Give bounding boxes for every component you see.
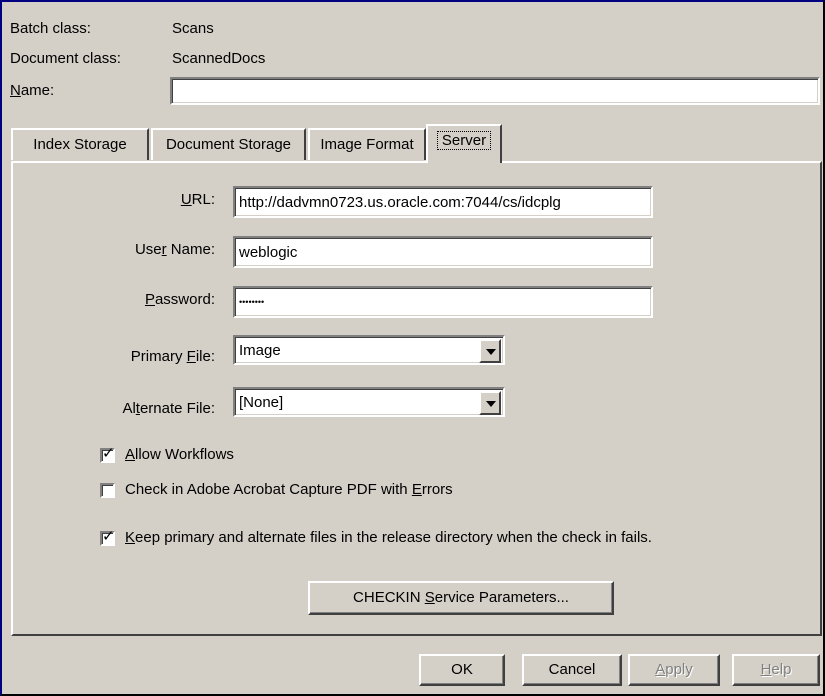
alternate-file-dropdown[interactable]: [None]	[233, 387, 505, 417]
allow-workflows-checkbox[interactable]: ✓	[100, 445, 115, 463]
primary-file-dropdown[interactable]: Image	[233, 335, 505, 365]
tab-label: Index Storage	[33, 136, 127, 153]
check-in-pdf-errors-label[interactable]: Check in Adobe Acrobat Capture PDF with …	[125, 481, 453, 499]
name-label: Name:	[10, 82, 55, 99]
dialog-window: Batch class: Scans Document class: Scann…	[0, 0, 825, 696]
alternate-file-label: Alternate File:	[122, 400, 215, 417]
name-field[interactable]	[170, 77, 820, 105]
ok-button[interactable]: OK	[419, 654, 505, 686]
url-label: URL:	[180, 191, 215, 208]
username-label: User Name:	[134, 241, 215, 258]
primary-file-value: Image	[239, 342, 281, 359]
chevron-down-icon[interactable]	[479, 391, 501, 415]
help-button[interactable]: Help	[732, 654, 820, 686]
tab-label: Image Format	[320, 136, 414, 153]
tab-image-format[interactable]: Image Format	[308, 128, 426, 160]
batch-class-label: Batch class:	[10, 20, 91, 37]
document-class-value: ScannedDocs	[172, 50, 266, 67]
server-tab-panel: URL: User Name: Password: Primary File: …	[11, 161, 822, 636]
allow-workflows-label[interactable]: Allow Workflows	[125, 446, 234, 464]
username-field[interactable]	[233, 236, 653, 268]
document-class-label: Document class:	[10, 50, 121, 67]
tab-document-storage[interactable]: Document Storage	[151, 128, 306, 160]
keep-files-checkbox[interactable]: ✓	[100, 528, 115, 546]
password-field[interactable]	[233, 286, 653, 318]
apply-button[interactable]: Apply	[628, 654, 720, 686]
cancel-button[interactable]: Cancel	[522, 654, 622, 686]
tab-label: Document Storage	[165, 136, 292, 153]
keep-files-label[interactable]: Keep primary and alternate files in the …	[125, 529, 652, 547]
batch-class-value: Scans	[172, 20, 214, 37]
check-in-pdf-errors-checkbox[interactable]	[100, 483, 115, 498]
tab-server[interactable]: Server	[426, 124, 502, 163]
password-label: Password:	[144, 291, 215, 308]
chevron-down-icon[interactable]	[479, 339, 501, 363]
checkin-service-parameters-button[interactable]: CHECKIN Service Parameters...	[308, 581, 614, 615]
primary-file-label: Primary File:	[130, 348, 215, 365]
tab-index-storage[interactable]: Index Storage	[11, 128, 149, 160]
tab-label: Server	[436, 131, 492, 150]
checkmark-icon: ✓	[102, 528, 115, 545]
url-field[interactable]	[233, 186, 653, 218]
checkmark-icon: ✓	[102, 445, 115, 462]
alternate-file-value: [None]	[239, 394, 284, 411]
